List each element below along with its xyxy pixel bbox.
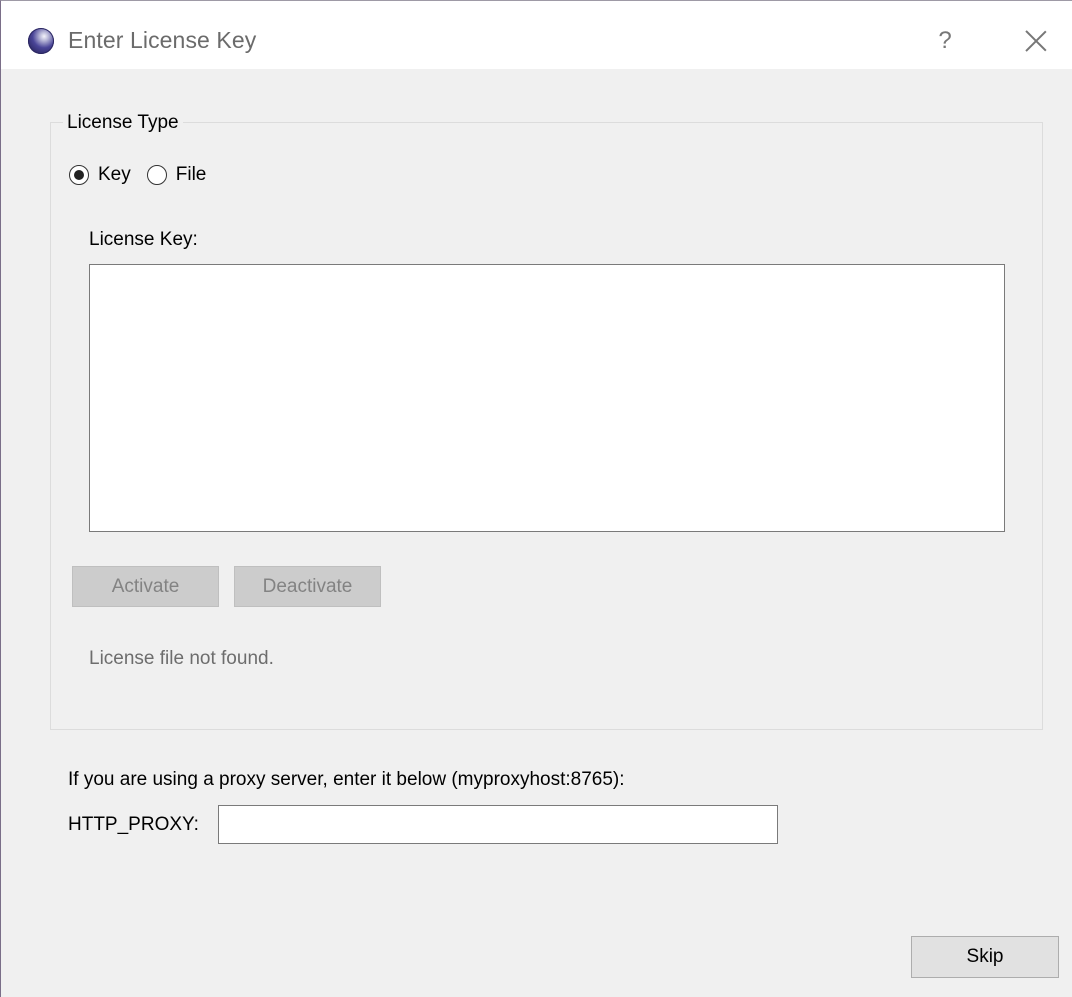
radio-file-label[interactable]: File: [176, 164, 207, 186]
license-dialog: Enter License Key ? License Type Key Fil…: [0, 0, 1072, 997]
license-status-message: License file not found.: [89, 648, 274, 669]
license-key-label: License Key:: [89, 229, 198, 250]
radio-file[interactable]: File: [146, 164, 207, 186]
license-type-options: Key File: [69, 162, 222, 188]
close-icon[interactable]: [1013, 19, 1057, 63]
radio-key-label[interactable]: Key: [98, 164, 131, 186]
http-proxy-label: HTTP_PROXY:: [68, 814, 199, 835]
deactivate-button[interactable]: Deactivate: [234, 566, 381, 607]
title-bar: Enter License Key ?: [1, 1, 1072, 69]
proxy-hint-text: If you are using a proxy server, enter i…: [68, 769, 625, 790]
window-title: Enter License Key: [68, 27, 257, 53]
help-button[interactable]: ?: [923, 19, 967, 63]
activate-button[interactable]: Activate: [72, 566, 219, 607]
radio-key-circle[interactable]: [69, 165, 89, 185]
license-key-textarea[interactable]: [89, 264, 1005, 532]
app-sphere-icon: [28, 28, 54, 54]
http-proxy-input[interactable]: [218, 805, 778, 844]
skip-button[interactable]: Skip: [911, 936, 1059, 978]
license-type-title: License Type: [63, 112, 183, 134]
radio-file-circle[interactable]: [146, 165, 167, 185]
radio-key[interactable]: Key: [69, 164, 131, 186]
